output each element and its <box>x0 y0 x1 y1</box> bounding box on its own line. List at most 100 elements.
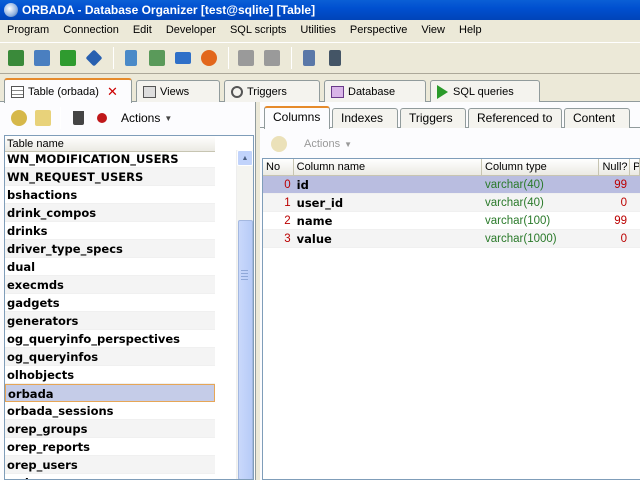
tab-views[interactable]: Views <box>136 80 220 102</box>
table-list-item[interactable]: ordmacros <box>5 474 215 479</box>
toolbar-separator <box>228 47 229 69</box>
table-list-scrollbar[interactable]: ▲ <box>236 150 253 479</box>
column-name-cell: value <box>296 232 332 246</box>
menu-connection[interactable]: Connection <box>56 20 126 40</box>
table-list-item[interactable]: dual <box>5 258 215 276</box>
column-row[interactable]: 1 user_id varchar(40) 0 <box>263 194 640 212</box>
chevron-down-icon: ▼ <box>164 113 173 123</box>
delete-table-button[interactable] <box>67 107 89 129</box>
col-header-no[interactable]: No <box>263 159 294 175</box>
database-button[interactable] <box>172 47 194 69</box>
columns-actions-dropdown[interactable]: Actions ▼ <box>304 138 352 150</box>
tab-label: SQL queries <box>453 85 514 98</box>
scroll-up-button[interactable]: ▲ <box>237 150 253 166</box>
open-file-button[interactable] <box>120 47 142 69</box>
commit-button[interactable] <box>235 47 257 69</box>
info-icon <box>85 49 103 67</box>
menu-view[interactable]: View <box>414 20 452 40</box>
tab-content[interactable]: Content <box>564 108 630 128</box>
new-connection-icon <box>34 50 50 66</box>
new-table-button[interactable] <box>32 107 54 129</box>
new-table-icon <box>35 110 51 126</box>
table-list-item[interactable]: orep_groups <box>5 420 215 438</box>
rollback-button[interactable] <box>261 47 283 69</box>
connect-button[interactable] <box>5 47 27 69</box>
firefox-icon <box>201 50 217 66</box>
tab-columns[interactable]: Columns <box>264 106 330 129</box>
column-type-cell: varchar(40) <box>485 197 544 209</box>
table-list-item[interactable]: og_queryinfo_perspectives <box>5 330 215 348</box>
tab-triggers[interactable]: Triggers <box>224 80 320 102</box>
tab-table-orbada[interactable]: Table (orbada) ✕ <box>4 78 132 103</box>
column-extra-cell <box>630 230 640 247</box>
tab-label: Database <box>348 85 396 98</box>
column-null-cell: 99 <box>614 215 628 227</box>
col-header-null[interactable]: Null? <box>599 159 631 175</box>
tab-database[interactable]: Database <box>324 80 426 102</box>
table-list-item[interactable]: orbada <box>5 384 215 402</box>
main-tabs: Table (orbada) ✕ Views Triggers Database… <box>0 78 640 103</box>
info-button[interactable] <box>83 47 105 69</box>
table-list-item[interactable]: gadgets <box>5 294 215 312</box>
col-header-type[interactable]: Column type <box>482 159 600 175</box>
refresh-list-button[interactable] <box>8 107 30 129</box>
table-list-item[interactable]: orep_users <box>5 456 215 474</box>
table-list-item[interactable]: olhobjects <box>5 366 215 384</box>
column-extra-cell <box>630 212 640 229</box>
table-list-item[interactable]: driver_type_specs <box>5 240 215 258</box>
table-list-item[interactable]: drinks <box>5 222 215 240</box>
menu-developer[interactable]: Developer <box>159 20 223 40</box>
table-list-item[interactable]: generators <box>5 312 215 330</box>
tab-label: Table (orbada) <box>28 85 99 98</box>
refresh-columns-button[interactable] <box>268 133 290 155</box>
menu-perspective[interactable]: Perspective <box>343 20 414 40</box>
main-toolbar <box>0 42 640 74</box>
refresh-button[interactable] <box>57 47 79 69</box>
table-name-header[interactable]: Table name <box>5 136 215 152</box>
edit-sql-button[interactable] <box>146 47 168 69</box>
columns-grid: No Column name Column type Null? P 0 id va… <box>262 158 640 480</box>
new-connection-button[interactable] <box>31 47 53 69</box>
column-row[interactable]: 3 value varchar(1000) 0 <box>263 230 640 248</box>
toolbar-separator <box>60 107 61 129</box>
column-null-cell: 99 <box>614 179 628 191</box>
menu-utilities[interactable]: Utilities <box>293 20 342 40</box>
menu-help[interactable]: Help <box>452 20 489 40</box>
column-type-cell: varchar(100) <box>485 215 551 227</box>
table-list-item[interactable]: og_queryinfos <box>5 348 215 366</box>
menu-program[interactable]: Program <box>0 20 56 40</box>
tab-sql-queries[interactable]: SQL queries <box>430 80 540 102</box>
column-type-cell: varchar(40) <box>485 179 544 191</box>
browser-button[interactable] <box>198 47 220 69</box>
pin-button[interactable] <box>91 107 113 129</box>
table-list-item[interactable]: orep_reports <box>5 438 215 456</box>
column-name-cell: name <box>296 214 333 228</box>
actions-label: Actions <box>121 111 161 125</box>
database-icon <box>175 52 191 64</box>
grid-button[interactable] <box>324 47 346 69</box>
table-list-item[interactable]: orbada_sessions <box>5 402 215 420</box>
column-row[interactable]: 0 id varchar(40) 99 <box>263 176 640 194</box>
col-header-name[interactable]: Column name <box>294 159 483 175</box>
detail-tabs: Columns Indexes Triggers Referenced to C… <box>260 104 640 129</box>
actions-dropdown[interactable]: Actions ▼ <box>121 111 172 125</box>
col-header-more[interactable]: P <box>630 159 640 175</box>
menu-edit[interactable]: Edit <box>126 20 159 40</box>
table-list-item[interactable]: WN_MODIFICATION_USERS <box>5 150 215 168</box>
tab-referenced-to[interactable]: Referenced to <box>468 108 562 128</box>
table-list-item[interactable]: execmds <box>5 276 215 294</box>
list-button[interactable] <box>298 47 320 69</box>
table-list-item[interactable]: drink_compos <box>5 204 215 222</box>
connect-icon <box>8 50 24 66</box>
menu-sql-scripts[interactable]: SQL scripts <box>223 20 293 40</box>
tab-triggers-detail[interactable]: Triggers <box>400 108 466 128</box>
table-list-item[interactable]: bshactions <box>5 186 215 204</box>
tab-indexes[interactable]: Indexes <box>332 108 398 128</box>
table-list-item[interactable]: WN_REQUEST_USERS <box>5 168 215 186</box>
chevron-down-icon: ▼ <box>344 139 352 149</box>
scroll-thumb[interactable] <box>238 220 253 479</box>
trash-icon <box>72 111 84 125</box>
column-row[interactable]: 2 name varchar(100) 99 <box>263 212 640 230</box>
columns-grid-rows: 0 id varchar(40) 99 1 user_id varchar(40) 0 2 nam… <box>263 176 640 248</box>
close-tab-icon[interactable]: ✕ <box>107 84 118 100</box>
